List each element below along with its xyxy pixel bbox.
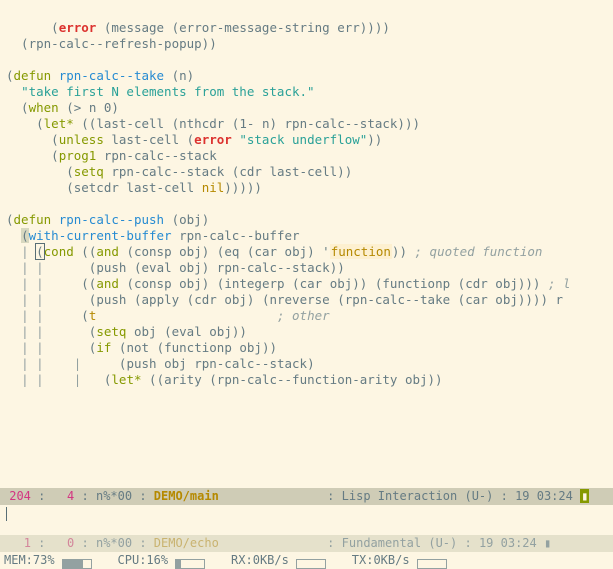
line-number: 204	[9, 489, 31, 503]
main-buffer[interactable]: (error (message (error-message-string er…	[0, 0, 613, 484]
cursor-icon	[6, 507, 7, 521]
code-line: (setq rpn-calc--stack (cdr last-cell))	[6, 164, 352, 179]
code-line: | | (t ; other	[6, 308, 330, 323]
code-line: (let* ((last-cell (nthcdr (1- n) rpn-cal…	[6, 116, 420, 131]
blank-line	[6, 420, 14, 435]
tx-bar-icon	[417, 559, 447, 569]
echo-area[interactable]	[0, 505, 613, 521]
code-line: "take first N elements from the stack."	[6, 84, 315, 99]
code-line: | | ((and (consp obj) (integerp (car obj…	[6, 276, 571, 291]
blank-line	[6, 196, 14, 211]
major-mode: Lisp Interaction	[342, 489, 458, 503]
col-number: 0	[67, 536, 74, 550]
tx-value: 0KB/s	[373, 553, 409, 567]
encoding: (U-)	[428, 536, 457, 550]
code-line: | | (setq obj (eval obj))	[6, 324, 247, 339]
vcs-branch: DEMO/main	[154, 489, 219, 503]
code-line: | | | (let* ((arity (rpn-calc--function-…	[6, 372, 443, 387]
code-line: (when (> n 0)	[6, 100, 119, 115]
code-line: | | | (push obj rpn-calc--stack)	[6, 356, 315, 371]
code-line: (error (message (error-message-string er…	[6, 20, 390, 35]
blank-line	[6, 468, 14, 483]
code-line: (unless last-cell (error "stack underflo…	[6, 132, 382, 147]
code-line: | | (push (eval obj) rpn-calc--stack))	[6, 260, 345, 275]
mem-bar-icon	[62, 559, 92, 569]
code-line: (rpn-calc--refresh-popup))	[6, 36, 217, 51]
col-number: 4	[67, 489, 74, 503]
cpu-bar-icon	[175, 559, 205, 569]
mem-value: 73%	[33, 553, 55, 567]
code-line: (setcdr last-cell nil)))))	[6, 180, 262, 195]
encoding: (U-)	[464, 489, 493, 503]
indicator-icon: ▮	[580, 489, 589, 503]
clock: 19 03:24	[515, 489, 573, 503]
code-line: (prog1 rpn-calc--stack	[6, 148, 217, 163]
blank-line	[6, 52, 14, 67]
buffer-flags: n%*00	[96, 489, 132, 503]
major-mode: Fundamental	[342, 536, 421, 550]
clock: 19 03:24	[479, 536, 537, 550]
code-line: | | (if (not (functionp obj))	[6, 340, 277, 355]
blank-line	[6, 388, 14, 403]
code-line: (defun rpn-calc--push (obj)	[6, 212, 209, 227]
blank-line	[6, 452, 14, 467]
vcs-branch: DEMO/echo	[154, 536, 219, 550]
modeline-echo[interactable]: 1 : 0 : n%*00 : DEMO/echo : Fundamental …	[0, 535, 613, 552]
mem-label: MEM:	[4, 553, 33, 567]
buffer-flags: n%*00	[96, 536, 132, 550]
code-line: (with-current-buffer rpn-calc--buffer	[6, 228, 300, 243]
cpu-value: 16%	[146, 553, 168, 567]
blank-line	[6, 404, 14, 419]
blank-line	[6, 436, 14, 451]
rx-bar-icon	[296, 559, 326, 569]
rx-value: 0KB/s	[253, 553, 289, 567]
rx-label: RX:	[231, 553, 253, 567]
tx-label: TX:	[352, 553, 374, 567]
modeline-main[interactable]: 204 : 4 : n%*00 : DEMO/main : Lisp Inter…	[0, 488, 613, 505]
line-number: 1	[24, 536, 31, 550]
code-line: | (cond ((and (consp obj) (eq (car obj) …	[6, 244, 542, 259]
code-line: (defun rpn-calc--take (n)	[6, 68, 194, 83]
status-bar: MEM:73% CPU:16% RX:0KB/s TX:0KB/s	[0, 552, 613, 569]
cpu-label: CPU:	[118, 553, 147, 567]
code-line: | | (push (apply (cdr obj) (nreverse (rp…	[6, 292, 563, 307]
